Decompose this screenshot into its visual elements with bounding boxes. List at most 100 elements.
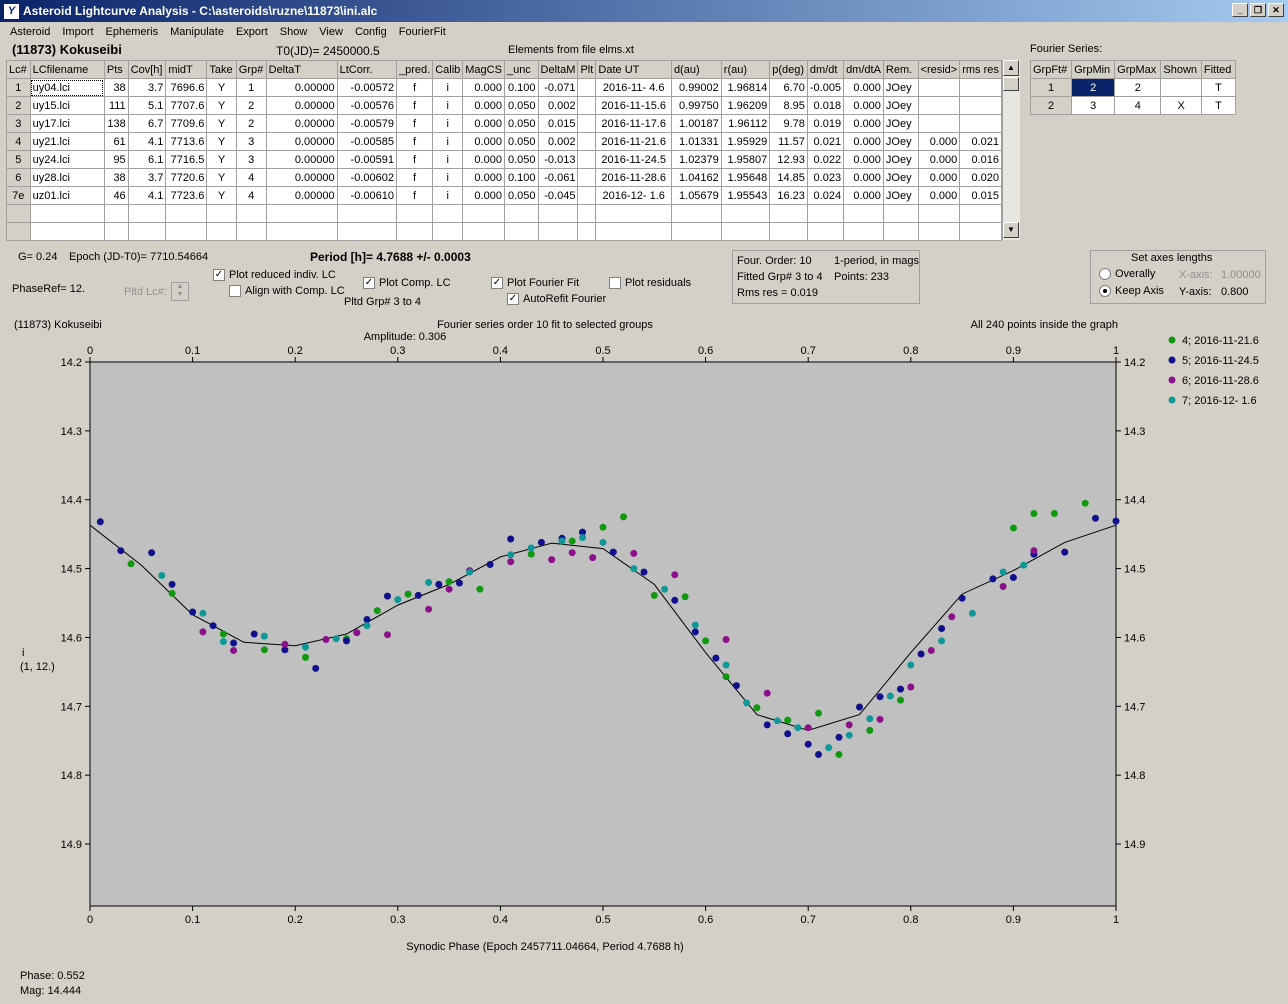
table-cell[interactable]	[103, 204, 129, 223]
table-cell[interactable]: 138	[103, 114, 129, 133]
fourier-row[interactable]: 234XT	[1029, 96, 1237, 115]
lightcurve-chart[interactable]: (11873) Kokuseibi Fourier series order 10…	[10, 312, 1282, 962]
table-cell[interactable]	[265, 222, 338, 241]
table-cell[interactable]: 0.000	[462, 186, 505, 205]
table-cell[interactable]: 6.7	[127, 114, 167, 133]
table-cell[interactable]: 0.000	[917, 150, 961, 169]
table-cell[interactable]: 1.95543	[720, 186, 771, 205]
table-cell[interactable]: uy17.lci	[29, 114, 105, 133]
table-cell[interactable]	[959, 96, 1002, 115]
table-cell[interactable]: JOey	[882, 168, 919, 187]
table-cell[interactable]	[395, 204, 434, 223]
table-cell[interactable]	[577, 114, 597, 133]
table-cell[interactable]: 0.002	[537, 96, 579, 115]
table-cell[interactable]: 1.95929	[720, 132, 771, 151]
fourier-column-header[interactable]: Fitted	[1200, 60, 1237, 79]
table-cell[interactable]: 4.1	[127, 186, 167, 205]
table-cell[interactable]	[462, 222, 505, 241]
column-header[interactable]: <resid>	[917, 60, 961, 79]
table-cell[interactable]: 0.050	[503, 132, 539, 151]
table-cell[interactable]: 1.96112	[720, 114, 771, 133]
table-cell[interactable]: Y	[206, 150, 237, 169]
table-cell[interactable]: 9.78	[769, 114, 808, 133]
table-cell[interactable]: -0.045	[537, 186, 579, 205]
plot-residuals-checkbox[interactable]: Plot residuals	[609, 277, 691, 290]
table-cell[interactable]	[806, 204, 845, 223]
table-cell[interactable]	[127, 204, 167, 223]
table-cell[interactable]: 0.050	[503, 150, 539, 169]
table-row[interactable]: 1 uy04.lci 38 3.7 7696.6 Y 1 0.00000 -0.00572 f i 0…	[6, 78, 1002, 97]
table-cell[interactable]: -0.00579	[336, 114, 397, 133]
table-cell[interactable]: 0.000	[462, 114, 505, 133]
column-header[interactable]: dm/dtA	[843, 60, 884, 79]
table-cell[interactable]: 2016-11- 4.6	[595, 78, 672, 97]
table-cell[interactable]: 46	[103, 186, 129, 205]
fourier-cell[interactable]: 2	[1029, 96, 1073, 115]
table-cell[interactable]: 95	[103, 150, 129, 169]
table-cell[interactable]: 4.1	[127, 132, 167, 151]
table-cell[interactable]: 2016-11-24.5	[595, 150, 672, 169]
table-cell[interactable]	[882, 222, 919, 241]
table-cell[interactable]: 3	[235, 150, 267, 169]
table-cell[interactable]: -0.00602	[336, 168, 397, 187]
fourier-column-header[interactable]: Shown	[1160, 60, 1202, 79]
table-cell[interactable]: 2016-11-21.6	[595, 132, 672, 151]
table-cell[interactable]: JOey	[882, 114, 919, 133]
table-cell[interactable]: 0.000	[843, 168, 884, 187]
table-cell[interactable]: 0.023	[806, 168, 845, 187]
table-cell[interactable]: 0.100	[503, 78, 539, 97]
column-header[interactable]: d(au)	[670, 60, 722, 79]
plot-fourier-check-icon[interactable]: ✓	[491, 277, 503, 290]
table-row[interactable]: 7e uz01.lci 46 4.1 7723.6 Y 4 0.00000 -0.00610 f i…	[6, 186, 1002, 205]
menu-view[interactable]: View	[313, 26, 349, 38]
table-cell[interactable]: JOey	[882, 186, 919, 205]
table-row[interactable]: 3 uy17.lci 138 6.7 7709.6 Y 2 0.00000 -0.00579 f i…	[6, 114, 1002, 133]
column-header[interactable]: Take	[206, 60, 237, 79]
table-cell[interactable]: 111	[103, 96, 129, 115]
table-cell[interactable]	[537, 204, 579, 223]
table-cell[interactable]	[959, 78, 1002, 97]
table-cell[interactable]: Y	[206, 96, 237, 115]
table-row[interactable]: 6 uy28.lci 38 3.7 7720.6 Y 4 0.00000 -0.00602 f i 0…	[6, 168, 1002, 187]
table-cell[interactable]: 0.000	[917, 168, 961, 187]
table-cell[interactable]: f	[395, 96, 434, 115]
table-cell[interactable]: Y	[206, 168, 237, 187]
table-cell[interactable]: i	[432, 186, 464, 205]
keep-axis-radio-button[interactable]	[1099, 285, 1111, 298]
fourier-column-header[interactable]: GrpMax	[1114, 60, 1162, 79]
table-cell[interactable]: i	[432, 114, 464, 133]
table-cell[interactable]: 0.020	[959, 168, 1002, 187]
table-cell[interactable]: 1	[235, 78, 267, 97]
row-header[interactable]: 6	[6, 168, 31, 187]
row-header[interactable]: 3	[6, 114, 31, 133]
table-cell[interactable]	[6, 204, 31, 223]
keep-axis-radio[interactable]: Keep Axis	[1099, 285, 1164, 298]
table-cell[interactable]	[165, 204, 208, 223]
column-header[interactable]: dm/dt	[806, 60, 845, 79]
table-cell[interactable]: 0.000	[917, 132, 961, 151]
table-cell[interactable]	[769, 204, 808, 223]
table-cell[interactable]: 1.04162	[670, 168, 722, 187]
table-cell[interactable]: 0.00000	[265, 150, 338, 169]
table-cell[interactable]: 7709.6	[165, 114, 208, 133]
fourier-cell[interactable]: T	[1200, 96, 1237, 115]
column-header[interactable]: _unc	[503, 60, 539, 79]
fourier-cell[interactable]	[1160, 78, 1202, 97]
table-cell[interactable]: 0.015	[537, 114, 579, 133]
table-cell[interactable]: 1.96209	[720, 96, 771, 115]
table-cell[interactable]: 0.99002	[670, 78, 722, 97]
table-cell[interactable]: -0.00572	[336, 78, 397, 97]
table-cell[interactable]	[843, 204, 884, 223]
menu-asteroid[interactable]: Asteroid	[4, 26, 56, 38]
table-cell[interactable]	[462, 204, 505, 223]
column-header[interactable]: Pts	[103, 60, 129, 79]
scroll-thumb[interactable]	[1003, 77, 1019, 91]
table-cell[interactable]	[29, 204, 105, 223]
row-header[interactable]: 5	[6, 150, 31, 169]
autorefit-check-icon[interactable]: ✓	[507, 293, 519, 306]
table-cell[interactable]: 2016-11-17.6	[595, 114, 672, 133]
table-cell[interactable]: i	[432, 78, 464, 97]
table-cell[interactable]: f	[395, 150, 434, 169]
table-cell[interactable]: 0.000	[462, 168, 505, 187]
table-cell[interactable]	[503, 204, 539, 223]
